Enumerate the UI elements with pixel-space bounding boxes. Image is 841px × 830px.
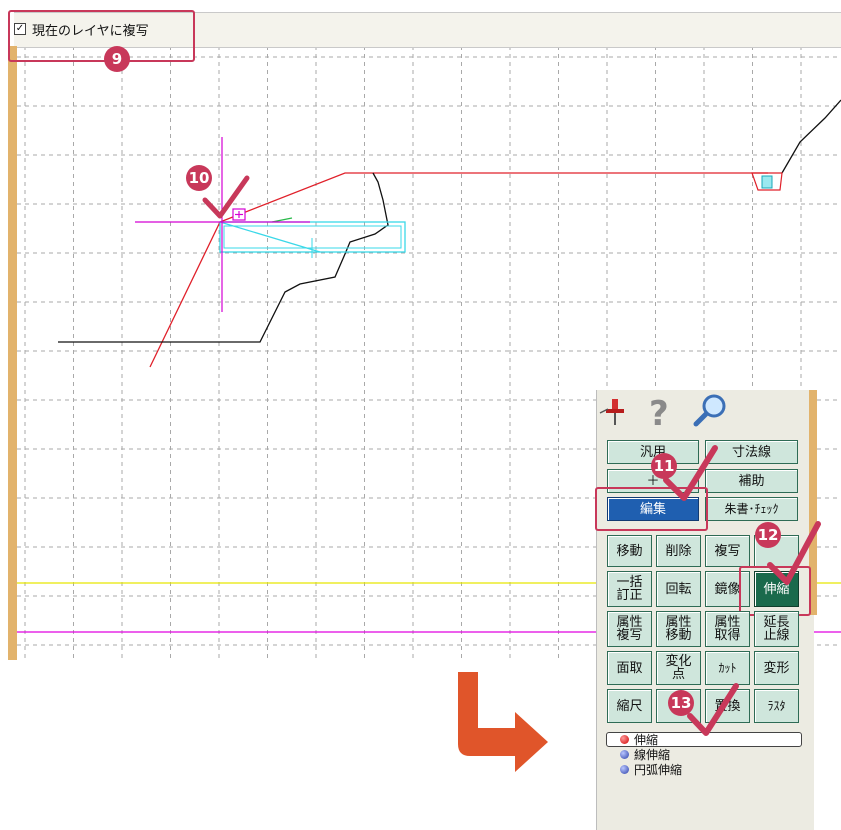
option-arc-stretch-label: 円弧伸縮	[634, 763, 683, 777]
orange-down-right-arrow	[458, 672, 548, 772]
attr-move-label: 属性移動	[665, 615, 692, 643]
step-badge-13: 13	[668, 690, 694, 716]
scale-button[interactable]: 縮尺	[607, 689, 652, 723]
delete-button[interactable]: 削除	[656, 535, 701, 567]
radio-icon	[620, 750, 629, 759]
black-terrain-line	[58, 172, 389, 343]
mode-dimension-button[interactable]: 寸法線	[705, 440, 798, 464]
copy-button[interactable]: 複写	[705, 535, 750, 567]
pushpin-icon[interactable]	[598, 395, 632, 429]
step-badge-9: 9	[104, 46, 130, 72]
attr-get-label: 属性取得	[714, 615, 741, 643]
attr-get-button[interactable]: 属性取得	[705, 611, 750, 647]
left-accent-bar	[8, 46, 17, 660]
stretch-option-list: 伸縮 線伸縮 円弧伸縮	[606, 732, 802, 777]
copy-to-layer-checkbox[interactable]: ✓ 現在のレイヤに複写	[14, 19, 149, 39]
change-point-label: 変化点	[665, 654, 692, 682]
mode-auxiliary-button[interactable]: 補助	[705, 469, 798, 493]
selected-radio-icon	[620, 735, 629, 744]
black-line-right	[781, 99, 841, 174]
attr-move-button[interactable]: 属性移動	[656, 611, 701, 647]
batch-correct-label: 一括訂正	[616, 575, 643, 603]
svg-text:?: ?	[649, 394, 669, 429]
mode-redline-check-button[interactable]: 朱書･ﾁｪｯｸ	[705, 497, 798, 521]
cut-button[interactable]: ｶｯﾄ	[705, 651, 750, 685]
batch-correct-button[interactable]: 一括訂正	[607, 571, 652, 607]
attr-copy-button[interactable]: 属性複写	[607, 611, 652, 647]
option-line-stretch[interactable]: 線伸縮	[606, 747, 802, 762]
deform-button[interactable]: 変形	[754, 651, 799, 685]
highlight-edit-button	[595, 487, 708, 531]
chamfer-button[interactable]: 面取	[607, 651, 652, 685]
step-badge-10: 10	[186, 165, 212, 191]
checkbox-checked-icon[interactable]: ✓	[14, 23, 26, 35]
rotate-button[interactable]: 回転	[656, 571, 701, 607]
small-cyan-marker	[761, 175, 773, 189]
radio-icon	[620, 765, 629, 774]
move-button[interactable]: 移動	[607, 535, 652, 567]
step-badge-12: 12	[755, 522, 781, 548]
highlight-stretch-button	[739, 566, 811, 616]
option-stretch[interactable]: 伸縮	[606, 732, 802, 747]
option-arc-stretch[interactable]: 円弧伸縮	[606, 762, 802, 777]
extend-stop-label: 延長止線	[763, 615, 790, 643]
zoom-magnifier-icon[interactable]	[692, 392, 730, 428]
extend-stop-button[interactable]: 延長止線	[754, 611, 799, 647]
replace-button[interactable]: 置換	[705, 689, 750, 723]
raster-button[interactable]: ﾗｽﾀ	[754, 689, 799, 723]
attr-copy-label: 属性複写	[616, 615, 643, 643]
change-point-button[interactable]: 変化点	[656, 651, 701, 685]
red-road-line	[149, 172, 768, 368]
copy-to-layer-label: 現在のレイヤに複写	[32, 23, 149, 39]
step-badge-11: 11	[651, 453, 677, 479]
help-question-icon[interactable]: ?	[645, 393, 677, 429]
